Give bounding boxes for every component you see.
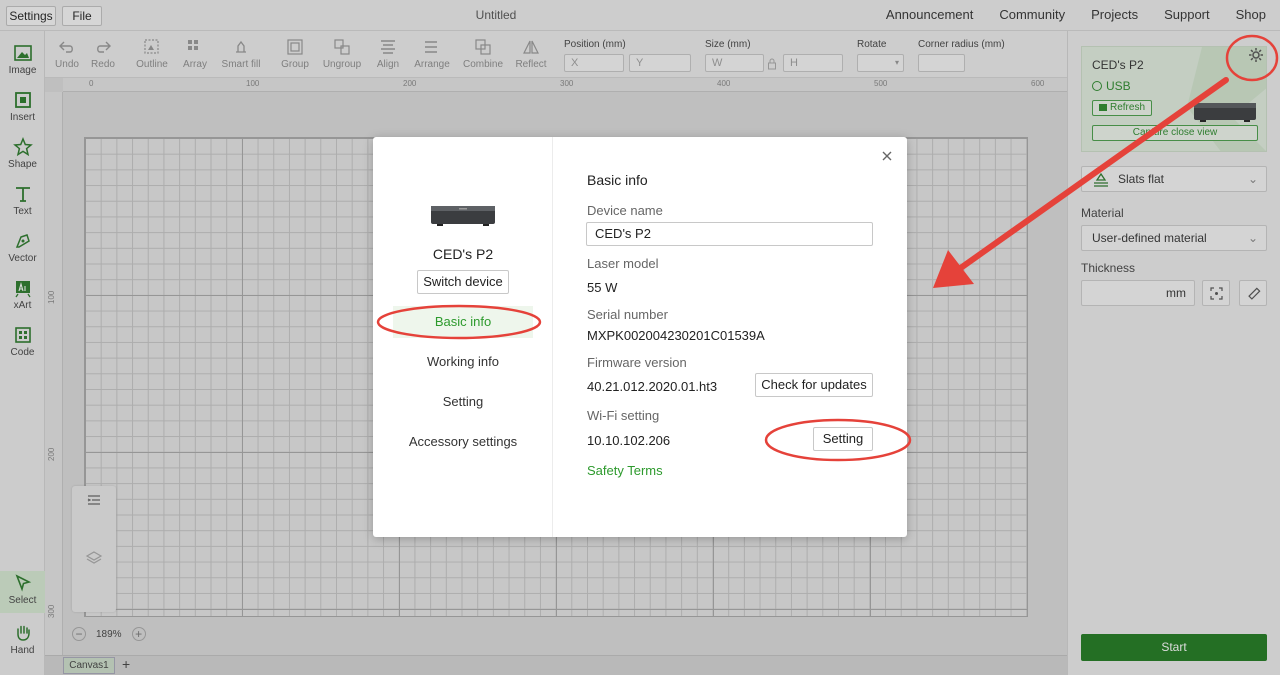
serial-number-label: Serial number xyxy=(587,307,668,322)
firmware-version-label: Firmware version xyxy=(587,355,687,370)
firmware-version-value: 40.21.012.2020.01.ht3 xyxy=(587,379,718,394)
laser-model-value: 55 W xyxy=(587,280,618,295)
nav-basic-info[interactable]: Basic info xyxy=(393,306,533,338)
nav-accessory-settings[interactable]: Accessory settings xyxy=(393,426,533,458)
serial-number-value: MXPK002004230201C01539A xyxy=(587,328,765,343)
check-for-updates-button[interactable]: Check for updates xyxy=(755,373,873,397)
wifi-setting-label: Wi-Fi setting xyxy=(587,408,660,423)
switch-device-button[interactable]: Switch device xyxy=(417,270,509,294)
dialog-sidebar: CED's P2 Switch device Basic info Workin… xyxy=(373,137,553,537)
dialog-device-name: CED's P2 xyxy=(432,246,494,262)
safety-terms-link[interactable]: Safety Terms xyxy=(587,463,663,478)
wifi-ip-value: 10.10.102.206 xyxy=(587,433,671,448)
nav-setting[interactable]: Setting xyxy=(393,386,533,418)
device-name-input[interactable]: CED's P2 xyxy=(586,222,873,246)
device-image xyxy=(431,206,495,226)
device-name-label: Device name xyxy=(587,203,663,218)
nav-working-info[interactable]: Working info xyxy=(393,346,533,378)
section-title: Basic info xyxy=(587,172,648,188)
device-settings-dialog: CED's P2 Switch device Basic info Workin… xyxy=(373,137,907,537)
laser-model-label: Laser model xyxy=(587,256,659,271)
wifi-setting-button[interactable]: Setting xyxy=(813,427,873,451)
close-icon[interactable] xyxy=(879,148,895,164)
